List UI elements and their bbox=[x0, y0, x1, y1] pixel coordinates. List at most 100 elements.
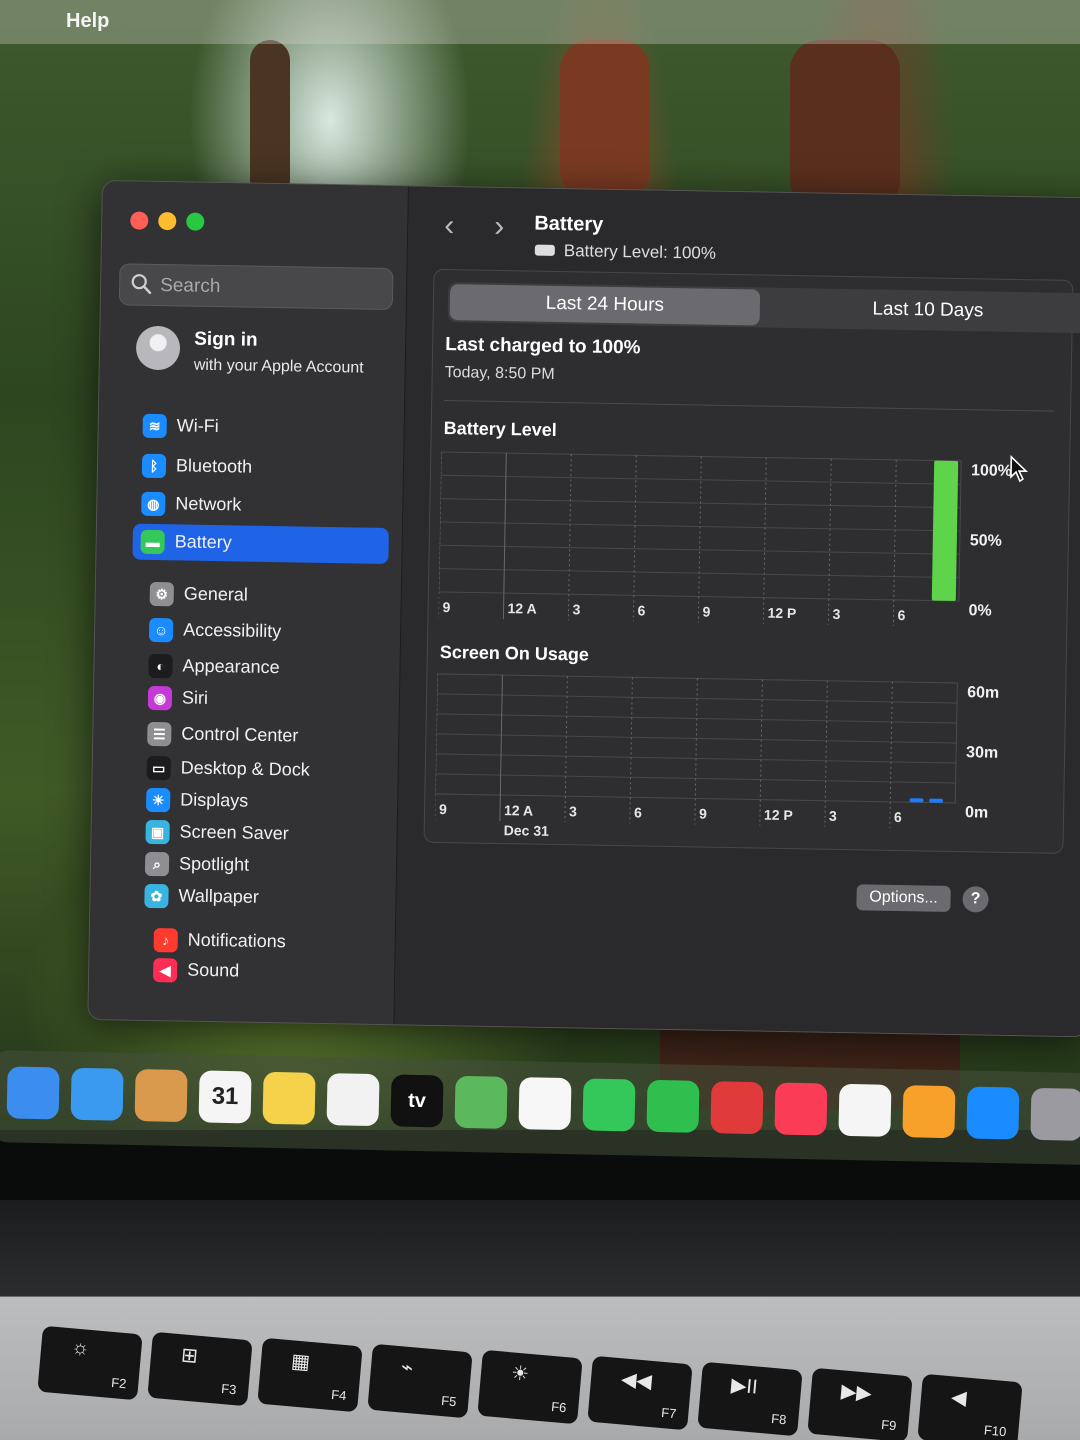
sidebar-item-wi-fi[interactable]: ≋ Wi-Fi bbox=[134, 408, 385, 448]
maps-icon[interactable] bbox=[454, 1075, 508, 1129]
function-key-f5[interactable]: ⌁ F5 bbox=[367, 1343, 473, 1419]
photo-scene: Help Search Sign in with your Apple Acco… bbox=[0, 0, 1080, 1440]
y-tick-label: 50% bbox=[970, 532, 1002, 550]
vertical-gridline bbox=[827, 458, 832, 625]
x-tick-label: 6 bbox=[894, 809, 902, 825]
time-range-segmented-control: Last 24 Hours Last 10 Days bbox=[447, 282, 1080, 334]
tab-last-10-days[interactable]: Last 10 Days bbox=[778, 290, 1079, 331]
music-icon[interactable] bbox=[774, 1082, 828, 1136]
appearance-icon: ◐ bbox=[148, 653, 173, 679]
sidebar-item-battery[interactable]: ▬ Battery bbox=[132, 523, 389, 565]
sidebar-item-siri[interactable]: ◉ Siri bbox=[140, 680, 391, 720]
screen-on-usage-chart: 9 12 A 3 6 9 12 P 3 6 Dec 31 60m 30m 0m bbox=[434, 673, 999, 839]
vertical-gridline bbox=[892, 459, 897, 626]
search-placeholder: Search bbox=[159, 275, 221, 298]
dock-icon: ▭ bbox=[146, 755, 171, 781]
news-icon[interactable] bbox=[838, 1083, 892, 1137]
search-icon bbox=[131, 274, 152, 295]
sidebar-item-bluetooth[interactable]: ᛒ Bluetooth bbox=[134, 448, 385, 488]
menu-help[interactable]: Help bbox=[66, 10, 109, 33]
vertical-gridline bbox=[759, 679, 763, 826]
minimize-button[interactable] bbox=[158, 211, 177, 231]
finder-icon[interactable] bbox=[6, 1066, 60, 1120]
sidebar-item-label: General bbox=[183, 583, 249, 605]
x-tick-label: 6 bbox=[897, 607, 905, 623]
vertical-gridline bbox=[564, 676, 568, 823]
back-chevron-icon[interactable]: ‹ bbox=[444, 209, 455, 243]
sidebar-item-label: Appearance bbox=[182, 655, 280, 678]
accessibility-icon: ☺ bbox=[148, 617, 174, 643]
calendar-icon[interactable]: 31 bbox=[198, 1070, 252, 1124]
x-tick-label: 9 bbox=[699, 806, 707, 822]
y-tick-label: 100% bbox=[971, 462, 1012, 480]
screen-saver-icon: ▣ bbox=[145, 819, 170, 845]
help-button[interactable]: ? bbox=[962, 886, 989, 913]
notes-icon[interactable] bbox=[262, 1071, 316, 1125]
photos-icon[interactable] bbox=[518, 1077, 572, 1131]
signin-subtitle: with your Apple Account bbox=[193, 356, 364, 377]
app-store-icon[interactable] bbox=[966, 1086, 1020, 1140]
key-label: F4 bbox=[330, 1386, 347, 1404]
battery-level-chart: 9 12 A 3 6 9 12 P 3 6 100% 50% 0% bbox=[438, 451, 1012, 626]
apple-tv-icon[interactable]: tv bbox=[390, 1074, 444, 1128]
x-tick-label: 6 bbox=[637, 602, 645, 618]
sidebar-item-label: Control Center bbox=[181, 723, 299, 746]
tab-last-24-hours[interactable]: Last 24 Hours bbox=[449, 284, 761, 326]
function-key-f8[interactable]: ▶II F8 bbox=[697, 1361, 803, 1437]
bluetooth-icon: ᛒ bbox=[141, 453, 167, 479]
function-key-f4[interactable]: ▦ F4 bbox=[257, 1337, 363, 1413]
options-button[interactable]: Options... bbox=[856, 884, 951, 912]
function-key-f2[interactable]: ☼ F2 bbox=[37, 1325, 143, 1401]
sidebar-item-general[interactable]: ⚙ General bbox=[141, 576, 392, 616]
photo-booth-icon[interactable] bbox=[710, 1081, 764, 1135]
x-tick-label: 9 bbox=[702, 604, 710, 620]
mail-icon[interactable] bbox=[70, 1067, 124, 1121]
vertical-gridline bbox=[694, 678, 698, 825]
speaker-icon: ◀ bbox=[153, 958, 178, 983]
x-tick-label: 9 bbox=[442, 599, 450, 615]
page-title: Battery bbox=[534, 212, 604, 236]
zoom-button[interactable] bbox=[186, 212, 205, 231]
forward-chevron-icon[interactable]: › bbox=[494, 210, 505, 244]
freeform-icon[interactable] bbox=[326, 1073, 380, 1127]
globe-icon: ◍ bbox=[141, 491, 166, 517]
key-label: F3 bbox=[220, 1380, 237, 1398]
search-input[interactable]: Search bbox=[118, 263, 394, 311]
tree-trunk bbox=[560, 40, 650, 200]
books-icon[interactable] bbox=[902, 1085, 956, 1139]
sidebar-item-label: Sound bbox=[187, 959, 240, 981]
contacts-icon[interactable] bbox=[134, 1069, 188, 1123]
function-key-f10[interactable]: ◀ F10 bbox=[917, 1373, 1023, 1440]
sidebar-item-label: Notifications bbox=[187, 929, 286, 952]
apple-account-signin[interactable]: Sign in with your Apple Account bbox=[135, 325, 396, 391]
vertical-gridline bbox=[567, 454, 572, 621]
function-key-f9[interactable]: ▶▶ F9 bbox=[807, 1367, 913, 1440]
battery-status-icon bbox=[534, 244, 555, 256]
usage-panel: Last 24 Hours Last 10 Days Last charged … bbox=[423, 268, 1080, 854]
flower-icon: ✿ bbox=[144, 883, 169, 909]
system-settings-icon[interactable] bbox=[1030, 1087, 1080, 1141]
x-tick-label: 3 bbox=[572, 601, 580, 617]
sidebar-item-wallpaper[interactable]: ✿ Wallpaper bbox=[136, 878, 387, 918]
sidebar-item-label: Displays bbox=[180, 789, 249, 811]
siri-icon: ◉ bbox=[147, 685, 173, 711]
sun-icon: ☀ bbox=[145, 787, 171, 813]
facetime-icon[interactable] bbox=[646, 1079, 700, 1133]
messages-icon[interactable] bbox=[582, 1078, 636, 1132]
sidebar: Search Sign in with your Apple Account ≋… bbox=[88, 181, 409, 1025]
sidebar-item-network[interactable]: ◍ Network bbox=[133, 486, 384, 526]
key-label: F9 bbox=[880, 1416, 897, 1434]
vertical-gridline bbox=[762, 457, 767, 624]
battery-level-text: Battery Level: 100% bbox=[563, 241, 717, 263]
function-key-f7[interactable]: ◀◀ F7 bbox=[587, 1355, 693, 1431]
sidebar-item-accessibility[interactable]: ☺ Accessibility bbox=[141, 612, 392, 652]
function-key-f6[interactable]: ☀ F6 bbox=[477, 1349, 583, 1425]
usage-bar bbox=[929, 798, 944, 803]
function-key-f3[interactable]: ⊞ F3 bbox=[147, 1331, 253, 1407]
vertical-gridline bbox=[889, 681, 893, 828]
key-label: F10 bbox=[983, 1422, 1007, 1440]
system-settings-window: Search Sign in with your Apple Account ≋… bbox=[87, 180, 1080, 1038]
sidebar-item-sound[interactable]: ◀ Sound bbox=[145, 952, 396, 992]
vertical-gridline bbox=[629, 677, 633, 824]
close-button[interactable] bbox=[130, 211, 149, 230]
